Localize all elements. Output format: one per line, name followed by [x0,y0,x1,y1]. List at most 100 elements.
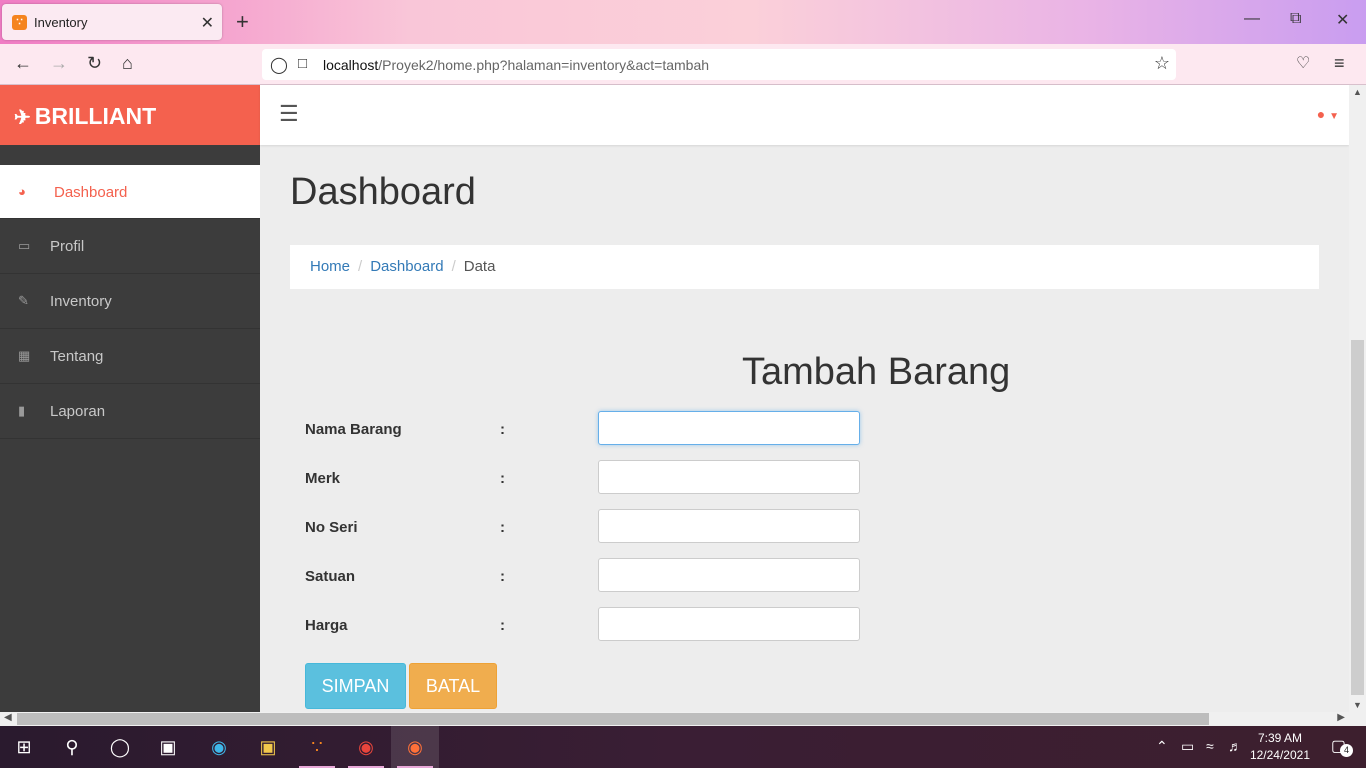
nama-barang-input[interactable] [598,411,860,445]
forward-icon[interactable]: → [50,53,68,74]
chrome-icon[interactable]: ◉ [342,726,390,768]
breadcrumb-dashboard-link[interactable]: Dashboard [370,258,443,275]
minimize-icon[interactable]: — [1244,10,1260,28]
sidebar-nav: ◕ Dashboard ▭ Profil ✎ Inventory ▦ Tenta… [0,165,260,439]
vertical-scroll-thumb[interactable] [1351,340,1364,695]
clock-date: 12/24/2021 [1249,748,1310,762]
horizontal-scroll-thumb[interactable] [17,713,1209,725]
satuan-input[interactable] [598,558,860,592]
breadcrumb-separator: / [451,258,456,275]
xampp-favicon-icon: ∵ [12,15,27,30]
browser-tab-bar: ∵ Inventory ✕ + — ⧉ ✕ [0,0,1366,44]
bookmark-star-icon[interactable]: ☆ [1154,53,1170,74]
grid-icon: ▦ [18,348,31,363]
main-content: Dashboard Home / Dashboard / Data Tambah Bar… [260,145,1349,712]
page-info-icon[interactable]: □ [298,55,307,72]
breadcrumb-separator: / [358,258,363,275]
breadcrumb-home-link[interactable]: Home [310,258,350,275]
breadcrumb-current: Data [463,258,496,275]
field-label: Satuan [305,568,356,585]
scrollbar-corner [1349,712,1366,726]
task-view-icon[interactable]: ▣ [144,726,192,768]
form-title: Tambah Barang [742,351,1011,393]
form-row-merk: Merk : [305,460,865,504]
edge-icon[interactable]: ◉ [195,726,243,768]
system-clock[interactable]: 7:39 AM 12/24/2021 [1250,730,1310,764]
field-label: No Seri [305,519,358,536]
file-icon: ▮ [18,403,26,418]
field-colon: : [500,421,505,438]
shield-icon[interactable]: ◯ [270,55,288,75]
back-icon[interactable]: ← [14,53,32,74]
form-row-nama-barang: Nama Barang : [305,411,865,455]
no-seri-input[interactable] [598,509,860,543]
form-row-harga: Harga : [305,607,865,651]
restore-icon[interactable]: ⧉ [1290,10,1301,28]
harga-input[interactable] [598,607,860,641]
sidebar-item-label: Tentang [50,348,104,365]
cortana-icon[interactable]: ◯ [96,726,144,768]
windows-start-icon[interactable]: ⊞ [0,726,48,768]
firefox-icon[interactable]: ◉ [391,726,439,768]
wifi-icon[interactable]: ≈ [1206,738,1214,754]
cancel-button[interactable]: BATAL [409,663,497,709]
new-tab-icon[interactable]: + [236,9,249,35]
scroll-up-icon[interactable]: ▲ [1353,87,1362,97]
sidebar-item-dashboard[interactable]: ◕ Dashboard [0,165,260,219]
windows-taskbar: ⊞ ⚲ ◯ ▣ ◉ ▣ ∵ ◉ ◉ ⌃ ▭ ≈ ♬ 7:39 AM 12/24/… [0,726,1366,768]
user-menu[interactable]: ● ▼ [1317,106,1339,122]
xampp-icon[interactable]: ∵ [293,726,341,768]
merk-input[interactable] [598,460,860,494]
menu-icon[interactable]: ≡ [1334,53,1345,74]
user-icon: ● [1316,106,1326,122]
close-tab-icon[interactable]: ✕ [201,13,214,33]
notification-count: 4 [1340,744,1353,757]
address-bar[interactable]: ◯ □ localhost/Proyek2/home.php?halaman=i… [262,49,1176,80]
battery-icon[interactable]: ▭ [1181,738,1194,755]
top-header: ☰ ● ▼ [260,85,1349,145]
tab-title: Inventory [34,15,88,30]
home-icon[interactable]: ⌂ [122,53,133,74]
sidebar-item-label: Inventory [50,293,112,310]
field-colon: : [500,519,505,536]
save-button[interactable]: SIMPAN [305,663,406,709]
field-label: Merk [305,470,341,487]
brand-name: BRILLIANT [34,103,157,129]
sidebar-item-tentang[interactable]: ▦ Tentang [0,329,260,384]
clock-time: 7:39 AM [1257,731,1302,745]
pocket-icon[interactable]: ♡ [1296,53,1310,73]
dashboard-icon: ◕ [18,184,26,199]
scroll-down-icon[interactable]: ▼ [1353,700,1362,710]
sidebar-item-label: Dashboard [54,184,128,201]
breadcrumb: Home / Dashboard / Data [290,245,1319,289]
brand-logo[interactable]: ✈ BRILLIANT [0,85,260,145]
sidebar-item-profil[interactable]: ▭ Profil [0,219,260,274]
scroll-right-icon[interactable]: ▶ [1337,712,1345,723]
horizontal-scrollbar[interactable]: ◀ ▶ [0,712,1349,726]
close-window-icon[interactable]: ✕ [1336,10,1349,30]
field-colon: : [500,568,505,585]
hamburger-menu-icon[interactable]: ☰ [279,101,299,127]
page-title: Dashboard [290,171,476,213]
reload-icon[interactable]: ↻ [87,53,102,74]
sidebar: ✈ BRILLIANT ◕ Dashboard ▭ Profil ✎ Invent… [0,85,260,712]
volume-icon[interactable]: ♬ [1228,738,1242,754]
url-text[interactable]: localhost/Proyek2/home.php?halaman=inven… [323,57,709,73]
desktop-icon: ▭ [18,238,31,253]
browser-tab[interactable]: ∵ Inventory ✕ [2,4,222,40]
sidebar-item-label: Profil [50,238,85,255]
scroll-left-icon[interactable]: ◀ [4,712,12,723]
sidebar-item-inventory[interactable]: ✎ Inventory [0,274,260,329]
notifications-icon[interactable]: ▢ 4 [1331,736,1353,757]
vertical-scrollbar[interactable]: ▲ ▼ [1349,85,1366,712]
url-path: /Proyek2/home.php?halaman=inventory&act=… [378,57,710,73]
plane-icon: ✈ [14,107,31,129]
field-label: Nama Barang [305,421,402,438]
search-icon[interactable]: ⚲ [48,726,96,768]
tray-chevron-up-icon[interactable]: ⌃ [1156,738,1168,755]
form-row-no-seri: No Seri : [305,509,865,553]
caret-down-icon: ▼ [1329,111,1339,122]
file-explorer-icon[interactable]: ▣ [244,726,292,768]
field-colon: : [500,617,505,634]
sidebar-item-laporan[interactable]: ▮ Laporan [0,384,260,439]
